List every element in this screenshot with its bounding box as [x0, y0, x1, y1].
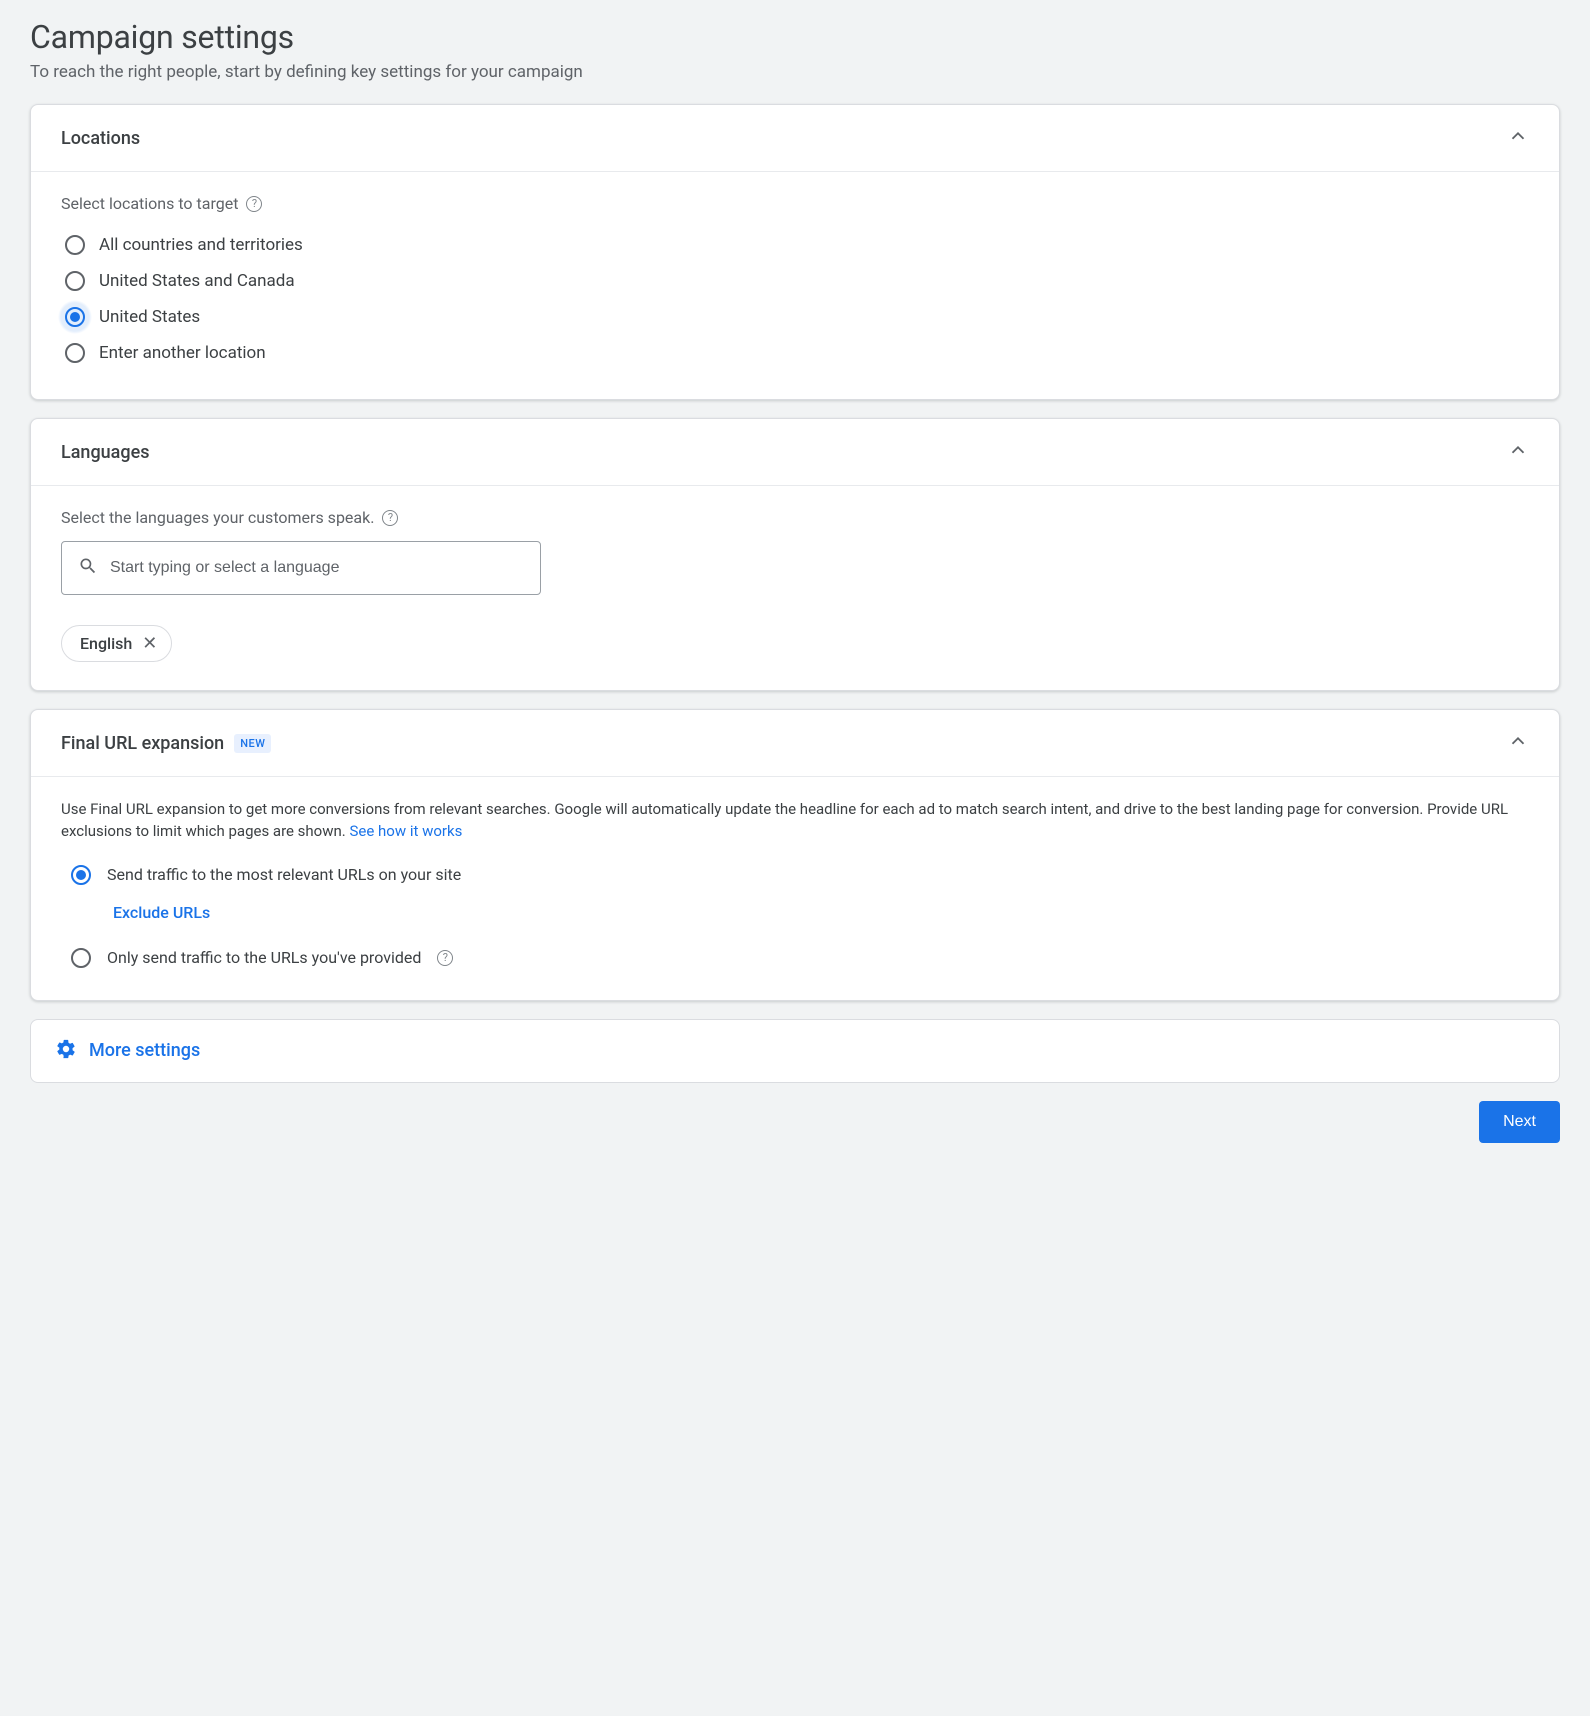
url-option-relevant[interactable]: Send traffic to the most relevant URLs o…	[71, 865, 1529, 885]
languages-title: Languages	[61, 442, 149, 463]
next-button[interactable]: Next	[1479, 1101, 1560, 1143]
gear-icon	[55, 1038, 77, 1064]
chevron-up-icon	[1507, 730, 1529, 756]
languages-card: Languages Select the languages your cust…	[30, 418, 1560, 691]
language-chip-english[interactable]: English ✕	[61, 625, 172, 662]
locations-card: Locations Select locations to target ? A…	[30, 104, 1560, 400]
help-icon[interactable]: ?	[437, 950, 453, 966]
location-radio-other[interactable]: Enter another location	[61, 335, 1529, 371]
radio-icon	[71, 948, 91, 968]
page-subtitle: To reach the right people, start by defi…	[30, 62, 1560, 82]
chevron-up-icon	[1507, 125, 1529, 151]
location-radio-all[interactable]: All countries and territories	[61, 227, 1529, 263]
see-how-link[interactable]: See how it works	[349, 822, 462, 840]
url-expansion-description: Use Final URL expansion to get more conv…	[61, 799, 1529, 843]
more-settings-label: More settings	[89, 1040, 200, 1061]
radio-icon	[71, 865, 91, 885]
radio-label: United States	[99, 307, 200, 327]
new-badge: NEW	[234, 734, 271, 753]
radio-label: Send traffic to the most relevant URLs o…	[107, 865, 461, 884]
locations-instruction: Select locations to target ?	[61, 194, 1529, 213]
exclude-urls-link[interactable]: Exclude URLs	[113, 903, 1529, 922]
more-settings-card[interactable]: More settings	[30, 1019, 1560, 1083]
languages-header[interactable]: Languages	[31, 419, 1559, 485]
url-option-provided[interactable]: Only send traffic to the URLs you've pro…	[71, 948, 1529, 968]
radio-label: Enter another location	[99, 343, 266, 363]
help-icon[interactable]: ?	[382, 510, 398, 526]
location-radio-us[interactable]: United States	[61, 299, 1529, 335]
language-search-input[interactable]	[110, 559, 524, 577]
chip-label: English	[80, 634, 132, 653]
page-title: Campaign settings	[30, 18, 1560, 56]
close-icon[interactable]: ✕	[142, 635, 157, 653]
search-icon	[78, 556, 98, 580]
url-expansion-card: Final URL expansion NEW Use Final URL ex…	[30, 709, 1560, 1001]
languages-instruction: Select the languages your customers spea…	[61, 508, 1529, 527]
help-icon[interactable]: ?	[246, 196, 262, 212]
language-search[interactable]	[61, 541, 541, 595]
radio-icon	[65, 343, 85, 363]
radio-icon	[65, 271, 85, 291]
url-expansion-header[interactable]: Final URL expansion NEW	[31, 710, 1559, 776]
chevron-up-icon	[1507, 439, 1529, 465]
radio-label: Only send traffic to the URLs you've pro…	[107, 948, 421, 967]
url-expansion-title: Final URL expansion	[61, 733, 224, 754]
radio-icon	[65, 235, 85, 255]
locations-header[interactable]: Locations	[31, 105, 1559, 171]
location-radio-us-ca[interactable]: United States and Canada	[61, 263, 1529, 299]
radio-label: All countries and territories	[99, 235, 303, 255]
locations-title: Locations	[61, 128, 140, 149]
radio-icon	[65, 307, 85, 327]
radio-label: United States and Canada	[99, 271, 295, 291]
